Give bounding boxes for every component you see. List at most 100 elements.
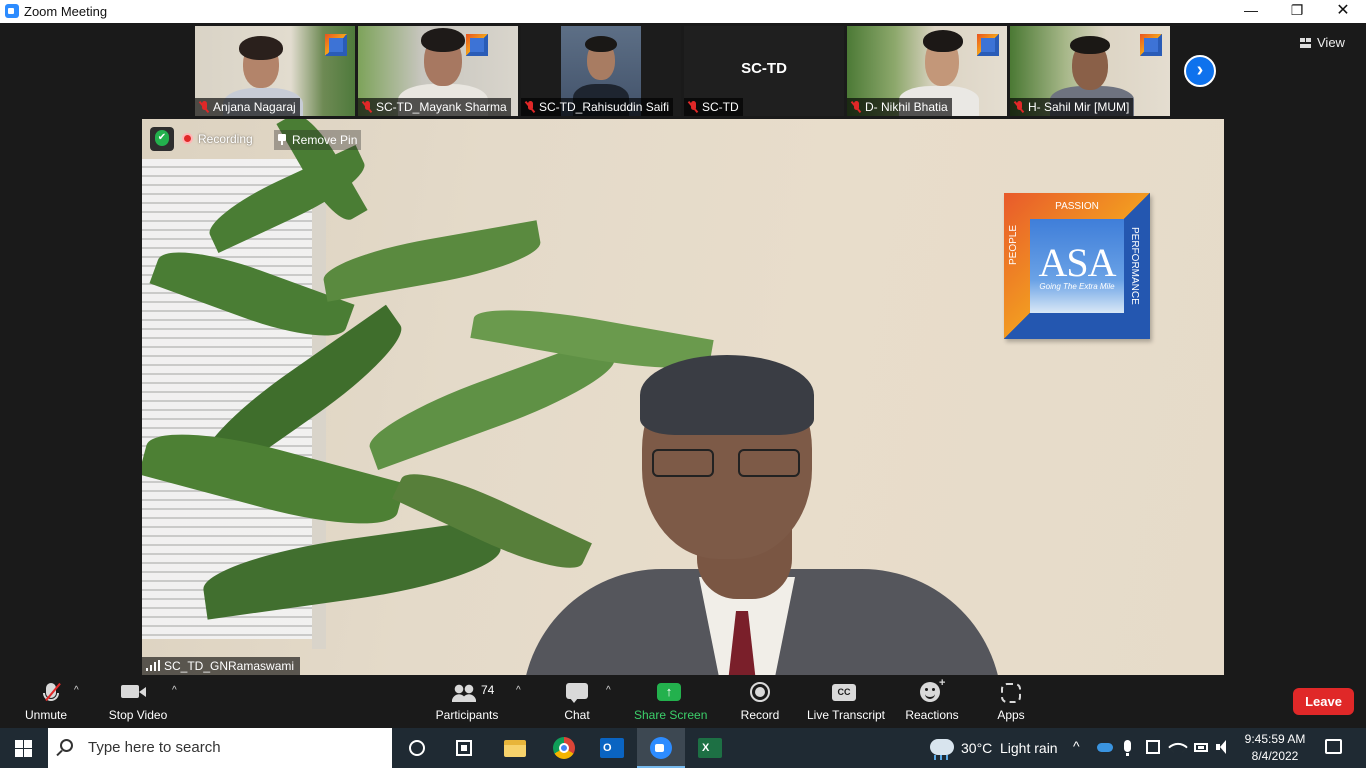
record-icon (750, 682, 770, 702)
outlook-icon[interactable]: O (600, 738, 624, 758)
stop-video-label: Stop Video (108, 708, 168, 722)
clock-date[interactable]: 8/4/2022 (1244, 749, 1306, 763)
participant-hair (421, 28, 465, 52)
windows-start-icon[interactable] (15, 740, 32, 757)
participant-tile[interactable]: SC-TD_Mayank Sharma (358, 26, 518, 116)
closed-caption-icon: CC (832, 684, 856, 701)
weather-description[interactable]: Light rain (1000, 740, 1058, 756)
next-page-arrow-icon[interactable]: › (1184, 55, 1216, 87)
chat-bubble-tail-icon (570, 698, 578, 703)
screen-share-tray-icon[interactable] (1146, 740, 1160, 754)
chat-options-caret[interactable]: ^ (606, 685, 611, 696)
live-transcript-label: Live Transcript (806, 708, 886, 722)
weather-temperature[interactable]: 30°C (961, 740, 992, 756)
speaker-hair (640, 355, 814, 435)
stop-video-button[interactable]: Stop Video (102, 681, 174, 727)
show-hidden-icons-chevron-icon[interactable]: ^ (1073, 738, 1080, 754)
active-speaker-video[interactable]: PASSION PEOPLE PERFORMANCE ASA Going The… (142, 119, 1224, 675)
reactions-label: Reactions (905, 708, 959, 722)
asa-logo-icon (977, 34, 999, 56)
microphone-in-use-icon[interactable] (1124, 740, 1131, 756)
speaker-glasses (652, 449, 802, 477)
participant-tile[interactable]: D- Nikhil Bhatia (847, 26, 1007, 116)
reactions-button[interactable]: + Reactions (904, 677, 960, 727)
security-shield-icon[interactable] (150, 127, 174, 151)
participants-label: Participants (435, 708, 499, 722)
search-icon (60, 739, 73, 752)
participant-name: H- Sahil Mir [MUM] (1028, 100, 1130, 114)
battery-icon[interactable] (1194, 743, 1208, 752)
volume-icon[interactable] (1216, 740, 1226, 754)
signal-strength-icon (146, 660, 160, 671)
plant-leaf (319, 220, 545, 302)
participant-tile-text: SC-TD (741, 60, 787, 77)
leave-button[interactable]: Leave (1293, 688, 1354, 715)
unmute-label: Unmute (24, 708, 68, 722)
taskbar-search-input[interactable]: Type here to search (48, 728, 392, 768)
audio-options-caret[interactable]: ^ (74, 685, 79, 696)
search-placeholder: Type here to search (88, 739, 221, 756)
apps-button[interactable]: Apps (988, 681, 1034, 727)
notifications-icon[interactable] (1325, 739, 1342, 754)
participants-count: 74 (481, 683, 495, 697)
view-button[interactable]: View (1300, 32, 1360, 54)
logo-inner: ASA Going The Extra Mile (1030, 219, 1124, 313)
file-explorer-icon[interactable] (504, 740, 526, 757)
video-options-caret[interactable]: ^ (172, 685, 177, 696)
pin-icon (278, 134, 286, 145)
clock-time[interactable]: 9:45:59 AM (1244, 732, 1306, 746)
logo-text-people: PEOPLE (1008, 224, 1019, 265)
participant-nameplate: SC-TD_Rahisuddin Saifi (521, 98, 674, 116)
participant-nameplate: SC-TD (684, 98, 743, 116)
view-label: View (1317, 35, 1345, 50)
add-reaction-icon: + (939, 677, 946, 689)
share-screen-button[interactable]: ↑ Share Screen (634, 681, 707, 727)
close-button[interactable]: ✕ (1320, 0, 1366, 23)
participant-nameplate: D- Nikhil Bhatia (847, 98, 952, 116)
title-bar: Zoom Meeting — ❐ ✕ (0, 0, 1366, 23)
maximize-button[interactable]: ❐ (1274, 0, 1320, 23)
participant-name: SC-TD_Mayank Sharma (376, 100, 507, 114)
participants-button[interactable]: 74 Participants (434, 681, 500, 727)
mic-muted-icon (851, 101, 861, 113)
zoom-icon[interactable] (650, 737, 672, 759)
apps-label: Apps (997, 708, 1025, 722)
asa-logo: PASSION PEOPLE PERFORMANCE ASA Going The… (1004, 193, 1150, 339)
minimize-button[interactable]: — (1228, 0, 1274, 23)
task-view-icon[interactable] (456, 740, 472, 756)
participant-tile[interactable]: H- Sahil Mir [MUM] (1010, 26, 1170, 116)
participant-hair (1070, 36, 1110, 54)
weather-rain-icon[interactable] (930, 739, 954, 760)
participant-tile[interactable]: SC-TD SC-TD (684, 26, 844, 116)
mic-muted-icon (525, 101, 535, 113)
asa-logo-icon (466, 34, 488, 56)
unmute-button[interactable]: Unmute (10, 681, 82, 727)
participant-nameplate: H- Sahil Mir [MUM] (1010, 98, 1134, 116)
logo-text-performance: PERFORMANCE (1129, 227, 1140, 305)
recording-indicator[interactable]: Recording (182, 130, 253, 148)
meeting-area: Anjana Nagaraj SC-TD_Mayank Sharma SC-TD… (0, 23, 1366, 675)
onedrive-icon[interactable] (1097, 743, 1113, 752)
meeting-toolbar: Unmute ^ Stop Video ^ 74 Participants ^ … (0, 675, 1366, 727)
chat-button[interactable]: Chat (560, 681, 594, 727)
participant-tile[interactable]: SC-TD_Rahisuddin Saifi (521, 26, 681, 116)
speaker-name: SC_TD_GNRamaswami (164, 659, 295, 673)
participant-hair (585, 36, 617, 52)
chat-label: Chat (564, 708, 590, 722)
zoom-app-icon (5, 4, 19, 18)
wifi-icon[interactable] (1168, 737, 1188, 757)
logo-tagline: Going The Extra Mile (1039, 282, 1115, 291)
apps-icon (1001, 683, 1021, 703)
window-title: Zoom Meeting (24, 4, 108, 19)
excel-icon[interactable]: X (698, 738, 722, 758)
record-button[interactable]: Record (736, 681, 784, 727)
participants-icon (452, 684, 476, 702)
participant-name: SC-TD (702, 100, 739, 114)
remove-pin-button[interactable]: Remove Pin (274, 130, 362, 150)
live-transcript-button[interactable]: CC Live Transcript (806, 681, 886, 727)
participants-options-caret[interactable]: ^ (516, 685, 521, 696)
recording-label: Recording (198, 132, 253, 146)
cortana-icon[interactable] (409, 740, 425, 756)
chrome-icon[interactable] (553, 737, 575, 759)
participant-tile[interactable]: Anjana Nagaraj (195, 26, 355, 116)
